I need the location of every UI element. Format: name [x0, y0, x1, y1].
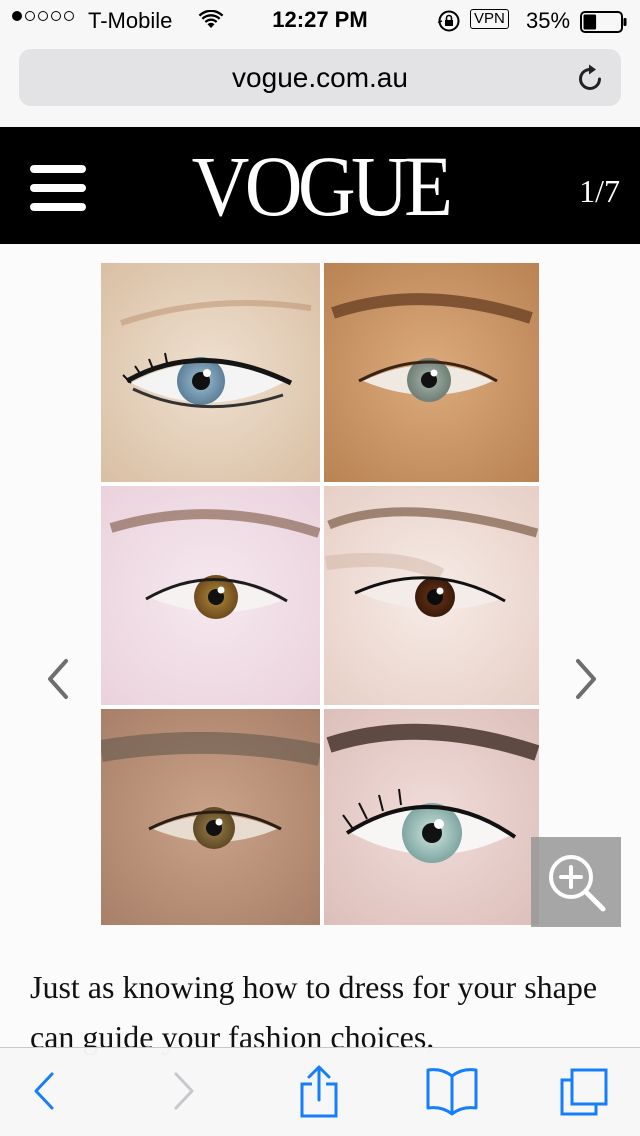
browser-toolbar — [0, 1047, 640, 1136]
bookmarks-icon[interactable] — [424, 1066, 480, 1121]
share-icon[interactable] — [298, 1064, 340, 1123]
forward-icon[interactable] — [168, 1068, 198, 1119]
next-slide-icon[interactable] — [568, 655, 604, 708]
eyes-collage — [99, 263, 540, 925]
site-logo[interactable]: VOGUE — [22, 141, 617, 231]
battery-percent: 35% — [526, 8, 571, 33]
screen: T-Mobile 12:27 PM VPN 35% vogue.com.au V… — [0, 0, 640, 1136]
slide-counter: 1/7 — [579, 173, 620, 209]
vpn-badge: VPN — [470, 9, 509, 29]
address-bar[interactable]: vogue.com.au — [19, 49, 621, 106]
site-header: VOGUE 1/7 — [0, 127, 640, 244]
rotation-lock-icon — [437, 9, 461, 39]
browser-address-area: vogue.com.au — [0, 40, 640, 127]
reload-icon[interactable] — [577, 63, 605, 98]
gallery-image[interactable] — [99, 263, 540, 925]
url-text[interactable]: vogue.com.au — [19, 49, 621, 106]
zoom-in-icon — [531, 855, 621, 931]
battery-icon — [580, 11, 628, 39]
previous-slide-icon[interactable] — [40, 655, 76, 708]
back-icon[interactable] — [30, 1068, 60, 1119]
status-bar: T-Mobile 12:27 PM VPN 35% — [0, 0, 640, 40]
zoom-button[interactable] — [531, 837, 621, 927]
tabs-icon[interactable] — [558, 1066, 610, 1123]
